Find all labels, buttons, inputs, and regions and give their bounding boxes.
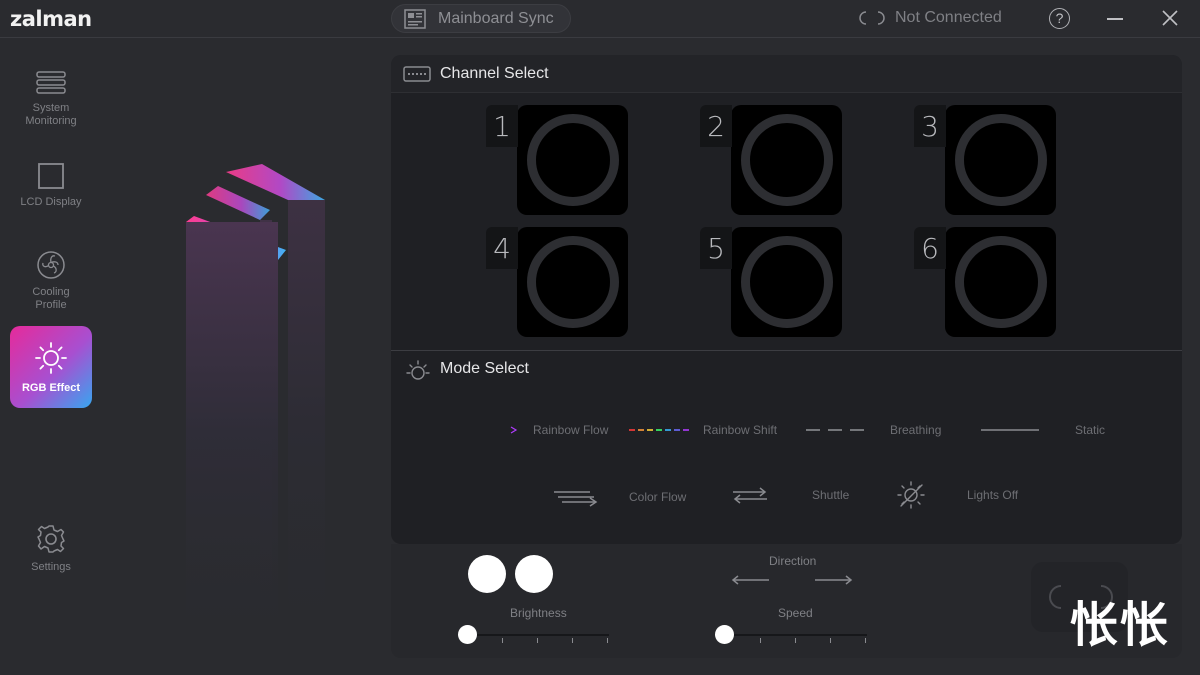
breathing-icon	[806, 429, 864, 431]
sidebar-item-system-monitoring[interactable]: System Monitoring	[10, 70, 92, 128]
connection-status-label: Not Connected	[895, 9, 1002, 26]
mode-label: Breathing	[890, 423, 942, 437]
speed-label: Speed	[778, 606, 813, 620]
fan-ring-icon	[945, 227, 1056, 337]
close-icon[interactable]	[1161, 9, 1179, 27]
mode-rainbow-flow[interactable]: Rainbow Flow	[459, 423, 608, 437]
mainboard-icon	[404, 8, 426, 29]
mode-select-title: Mode Select	[440, 360, 529, 377]
rainbow-flow-icon	[459, 426, 518, 434]
rainbow-shift-icon	[629, 429, 689, 431]
color-swatch-1[interactable]	[468, 555, 506, 593]
monitoring-icon	[36, 71, 66, 94]
brightness-label: Brightness	[510, 606, 567, 620]
sidebar-item-label: System Monitoring	[25, 102, 77, 127]
channel-number: 3	[914, 105, 946, 147]
mainboard-sync-button[interactable]: Mainboard Sync	[391, 4, 571, 33]
mode-lights-off[interactable]: Lights Off	[895, 479, 1018, 511]
sidebar-item-cooling-profile[interactable]: Cooling Profile	[10, 250, 92, 312]
mode-label: Shuttle	[812, 488, 850, 502]
direction-left-arrow-icon[interactable]	[731, 574, 771, 586]
channel-number: 4	[486, 227, 518, 269]
direction-label: Direction	[769, 554, 817, 568]
mode-label: Static	[1075, 423, 1106, 437]
sidebar-item-label: LCD Display	[20, 196, 82, 208]
sidebar-item-label: RGB Effect	[21, 382, 81, 394]
speed-knob[interactable]	[715, 625, 734, 644]
mode-shuttle[interactable]: Shuttle	[731, 485, 849, 505]
channel-number: 2	[700, 105, 732, 147]
sidebar-item-label: Cooling Profile	[32, 286, 70, 311]
watermark-text: 怅怅	[1070, 597, 1171, 653]
link-icon	[859, 11, 885, 25]
shuttle-icon	[733, 487, 767, 504]
channel-select-header: Channel Select	[391, 55, 1182, 93]
title-bar: zalman Mainboard Sync Not Connected ?	[0, 0, 1200, 38]
fan-icon	[37, 251, 65, 279]
mode-static[interactable]: Static	[981, 423, 1105, 437]
channel-select-panel: Channel Select 1 2 3 4 5 6	[391, 55, 1182, 350]
mode-label: Rainbow Shift	[703, 423, 778, 437]
fan-ring-icon	[731, 105, 842, 215]
channel-number: 1	[486, 105, 518, 147]
channel-4[interactable]: 4	[486, 227, 628, 337]
mode-color-flow[interactable]: Color Flow	[554, 487, 686, 507]
channel-select-title: Channel Select	[440, 65, 549, 82]
channel-6[interactable]: 6	[914, 227, 1056, 337]
direction-right-arrow-icon[interactable]	[813, 574, 853, 586]
channel-number: 6	[914, 227, 946, 269]
color-flow-icon	[554, 491, 598, 507]
mode-breathing[interactable]: Breathing	[806, 423, 941, 437]
mode-select-panel: Mode Select Rainbow Flow Rainbow Shift B…	[391, 350, 1182, 544]
sidebar-item-lcd-display[interactable]: LCD Display	[10, 162, 92, 209]
sidebar-item-rgb-effect[interactable]: RGB Effect	[10, 326, 92, 408]
lights-off-icon	[897, 481, 925, 509]
channel-number: 5	[700, 227, 732, 269]
fan-ring-icon	[517, 105, 628, 215]
fan-ring-icon	[517, 227, 628, 337]
light-mode-icon	[406, 360, 430, 380]
channel-strip-icon	[403, 66, 431, 82]
sidebar-item-settings[interactable]: Settings	[10, 523, 92, 574]
fan-ring-icon	[731, 227, 842, 337]
sun-icon	[35, 342, 67, 374]
gear-icon	[37, 525, 65, 553]
mode-label: Rainbow Flow	[533, 423, 609, 437]
channel-3[interactable]: 3	[914, 105, 1056, 215]
help-icon[interactable]: ?	[1049, 8, 1070, 29]
mode-label: Color Flow	[629, 490, 687, 504]
channel-2[interactable]: 2	[700, 105, 842, 215]
fan-ring-icon	[945, 105, 1056, 215]
mode-rainbow-shift[interactable]: Rainbow Shift	[629, 423, 777, 437]
minimize-icon[interactable]	[1107, 18, 1123, 20]
effect-controls: Brightness Direction Speed	[391, 544, 1182, 658]
rgb-light-bars-illustration	[185, 164, 326, 640]
connection-status: Not Connected	[856, 9, 1002, 27]
lcd-display-icon	[38, 163, 64, 189]
channel-5[interactable]: 5	[700, 227, 842, 337]
mode-label: Lights Off	[967, 488, 1019, 502]
color-swatch-2[interactable]	[515, 555, 553, 593]
brightness-knob[interactable]	[458, 625, 477, 644]
sidebar-item-label: Settings	[31, 561, 71, 573]
channel-1[interactable]: 1	[486, 105, 628, 215]
mainboard-sync-label: Mainboard Sync	[438, 9, 554, 27]
app-logo: zalman	[10, 7, 92, 31]
static-icon	[981, 429, 1039, 431]
